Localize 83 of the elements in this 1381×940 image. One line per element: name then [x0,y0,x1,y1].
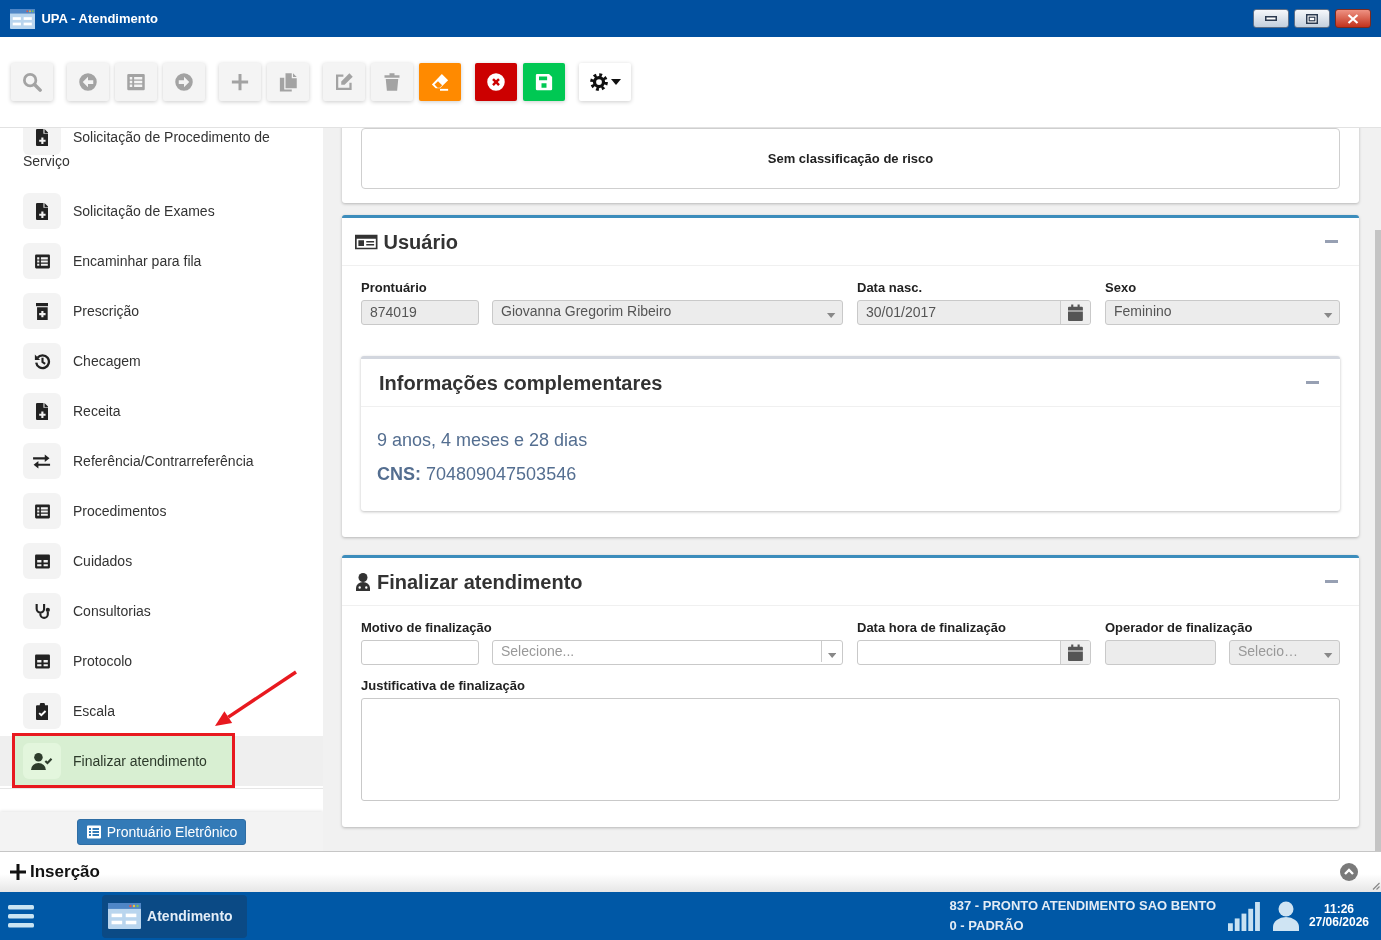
close-icon [1347,13,1359,24]
trash-icon [382,72,402,92]
eraser-icon [430,72,450,92]
pencil-square-icon [334,72,354,92]
section-title: Informações complementares [379,370,663,396]
sidebar-item[interactable]: Consultorias [0,586,323,636]
list-icon [85,823,102,840]
profile-text: 0 - PADRÃO [949,917,1025,935]
text-area-field[interactable] [361,698,1340,801]
caret-icon [827,313,836,318]
sidebar-item[interactable]: Solicitação de Procedimento de Serviço [0,128,323,186]
field-label: Operador de finalização [1105,619,1254,637]
close-button[interactable] [1335,9,1371,28]
search-icon [22,72,42,92]
field-label: Data hora de finalização [857,619,1007,637]
sidebar-item[interactable]: Referência/Contrarreferência [0,436,323,486]
id-card-icon [355,232,378,251]
copy-icon [278,72,298,92]
chevron-up-icon[interactable] [1340,863,1358,881]
date-field[interactable] [857,640,1091,665]
sidebar-item[interactable]: Prescrição [0,286,323,336]
window-app-icon [108,903,142,929]
table-icon [23,643,61,679]
panel-title: Finalizar atendimento [377,569,583,595]
restore-icon [1306,13,1318,24]
clipboard-check-icon [23,693,61,729]
menu-icon[interactable] [8,904,34,928]
sidebar-item[interactable]: Solicitação de Exames [0,186,323,236]
sidebar-item[interactable]: Protocolo [0,636,323,686]
cancel-button[interactable] [475,63,517,101]
window-title: UPA - Atendimento [41,9,158,28]
field-label: Sexo [1105,279,1138,297]
sidebar-item[interactable]: Procedimentos [0,486,323,536]
window-app-icon [10,8,36,29]
document-plus-icon [23,393,61,429]
user-icon[interactable] [1272,901,1299,931]
plus-icon [10,864,26,880]
save-button[interactable] [523,63,565,101]
document-plus-icon [23,193,61,229]
stethoscope-icon [23,593,61,629]
person-icon [355,572,371,591]
field-label: Prontuário [361,279,428,297]
swap-arrows-icon [23,443,61,479]
clock-time: 11:26 [1323,903,1354,916]
signal-bars-icon[interactable] [1228,901,1261,931]
age-text: 9 anos, 4 meses e 28 dias [377,429,589,452]
electronic-record-button[interactable]: Prontuário Eletrônico [76,818,247,845]
field-label: Justificativa de finalização [361,677,526,695]
caret-icon [1324,653,1333,658]
caret-icon [827,653,837,658]
sidebar-item[interactable]: Checagem [0,336,323,386]
sidebar-item[interactable]: Cuidados [0,536,323,586]
clear-button[interactable] [419,63,461,101]
calendar-icon[interactable] [1068,644,1083,661]
caret-icon [1324,313,1333,318]
plus-icon [230,72,250,92]
settings-button[interactable] [579,63,631,101]
resize-grip-icon[interactable] [1372,882,1380,890]
user-check-icon [23,743,61,779]
table-icon [23,543,61,579]
clock-date: 27/06/2026 [1308,916,1369,929]
input-field[interactable] [361,640,479,665]
cns-text: CNS: 704809047503546 [377,463,578,486]
medicine-box-icon [23,293,61,329]
taskbar-button[interactable]: Atendimento [102,894,247,938]
sidebar-item[interactable]: Escala [0,686,323,736]
unit-text: 837 - PRONTO ATENDIMENTO SAO BENTO [949,897,1217,915]
insertion-toggle[interactable]: Inserção [10,859,100,885]
gear-icon [589,72,609,92]
history-icon [23,343,61,379]
restore-button[interactable] [1294,9,1330,28]
list-icon [126,72,146,92]
minimize-icon [1265,16,1277,21]
field-label: Motivo de finalização [361,619,493,637]
panel-title: Usuário [383,229,458,255]
sidebar-item[interactable]: Encaminhar para fila [0,236,323,286]
list-icon [23,243,61,279]
sidebar-item[interactable]: Receita [0,386,323,436]
list-icon [23,493,61,529]
caret-icon [611,79,621,85]
field-label: Data nasc. [857,279,924,297]
minimize-button[interactable] [1253,9,1289,28]
risk-classification-box: Sem classificação de risco [361,128,1340,189]
